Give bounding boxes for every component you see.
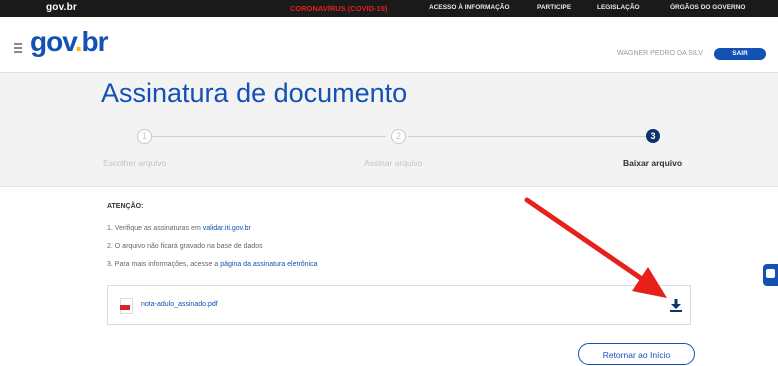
step-3-circle: 3 <box>646 129 660 143</box>
topbar-brand[interactable]: gov.br <box>46 2 77 13</box>
validar-link[interactable]: validar.iti.gov.br <box>203 225 251 232</box>
step-2-circle: 2 <box>391 129 406 144</box>
logout-button[interactable]: SAIR <box>714 48 766 60</box>
step-connector <box>408 136 648 137</box>
nav-orgaos-governo[interactable]: ÓRGÃOS DO GOVERNO <box>670 4 745 11</box>
step-1-label: Escolher arquivo <box>103 158 167 168</box>
nav-legislacao[interactable]: LEGISLAÇÃO <box>597 4 640 11</box>
nav-acesso-informacao[interactable]: ACESSO À INFORMAÇÃO <box>429 4 510 11</box>
chat-icon <box>766 269 775 278</box>
attention-title: ATENÇÃO: <box>107 203 144 210</box>
download-icon[interactable] <box>670 299 682 312</box>
attention-line-1-text: 1. Verifique as assinaturas em <box>107 225 203 232</box>
user-name: WAGNER PEDRO DA SILV <box>617 50 703 57</box>
header: gov.br WAGNER PEDRO DA SILV SAIR <box>0 17 778 73</box>
attention-line-3-text: 3. Para mais informações, acesse a <box>107 261 221 268</box>
step-connector <box>152 136 386 137</box>
page-title: Assinatura de documento <box>101 78 408 108</box>
covid-link[interactable]: CORONAVÍRUS (COVID-19) <box>290 4 387 13</box>
pdf-icon <box>120 298 133 314</box>
content-card <box>0 186 778 366</box>
return-home-button[interactable]: Retornar ao Início <box>578 343 695 365</box>
govbr-logo[interactable]: gov.br <box>30 28 108 56</box>
menu-icon[interactable] <box>14 43 22 53</box>
file-name-link[interactable]: nota-adulo_assinado.pdf <box>141 301 218 308</box>
attention-line-1: 1. Verifique as assinaturas em validar.i… <box>107 225 251 232</box>
file-row: nota-adulo_assinado.pdf <box>107 285 691 325</box>
nav-participe[interactable]: PARTICIPE <box>537 4 571 11</box>
step-2-label: Assinar arquivo <box>364 158 423 168</box>
step-3-label: Baixar arquivo <box>623 158 683 168</box>
attention-line-2: 2. O arquivo não ficará gravado na base … <box>107 243 263 250</box>
step-1-circle: 1 <box>137 129 152 144</box>
attention-line-3: 3. Para mais informações, acesse a págin… <box>107 261 318 268</box>
top-bar: gov.br CORONAVÍRUS (COVID-19) ACESSO À I… <box>0 0 778 17</box>
side-accessibility-tab[interactable] <box>763 264 778 286</box>
assinatura-eletronica-link[interactable]: página da assinatura eletrônica <box>220 261 317 268</box>
